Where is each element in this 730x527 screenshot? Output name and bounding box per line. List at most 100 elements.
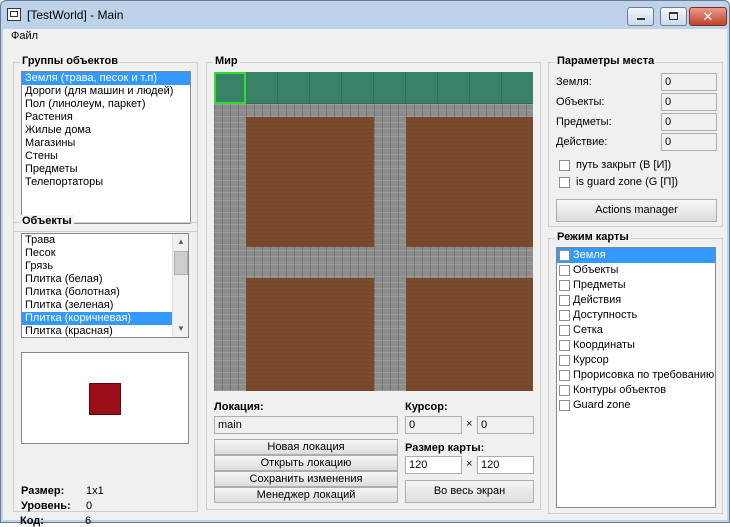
scroll-up-icon[interactable]: ▲: [173, 234, 188, 250]
object-list-item[interactable]: Грязь: [22, 260, 188, 273]
path-closed-checkbox[interactable]: [559, 160, 570, 171]
menu-file[interactable]: Файл: [11, 30, 38, 42]
group-list-item[interactable]: Жилые дома: [22, 124, 190, 137]
stone-tile[interactable]: [214, 168, 246, 200]
green-tile[interactable]: [214, 72, 246, 104]
map-mode-item[interactable]: Координаты: [557, 338, 715, 353]
cursor-x-field[interactable]: 0: [405, 416, 462, 434]
new-location-button[interactable]: Новая локация: [214, 439, 398, 455]
brown-block[interactable]: [246, 278, 374, 391]
group-list-item[interactable]: Предметы: [22, 163, 190, 176]
map-width-field[interactable]: 120: [405, 456, 462, 474]
stone-tile[interactable]: [374, 104, 406, 136]
close-button[interactable]: ✕: [689, 7, 727, 26]
map-mode-list[interactable]: Земля Объекты Предметы Действия Доступность С…: [556, 247, 716, 508]
stone-tile[interactable]: [214, 200, 246, 232]
map-mode-item[interactable]: Доступность: [557, 308, 715, 323]
map-mode-item[interactable]: Объекты: [557, 263, 715, 278]
green-tile[interactable]: [470, 72, 502, 104]
map-mode-checkbox[interactable]: [559, 310, 570, 321]
map-mode-checkbox[interactable]: [559, 250, 570, 261]
stone-tile[interactable]: [214, 328, 246, 360]
green-tile[interactable]: [278, 72, 310, 104]
location-field[interactable]: main: [214, 416, 398, 434]
stone-tile[interactable]: [374, 264, 406, 296]
objects-list[interactable]: Трава Песок Грязь Плитка (белая) Плитка (бол…: [21, 233, 189, 338]
world-map[interactable]: [214, 72, 533, 391]
group-list-item[interactable]: Телепортаторы: [22, 176, 190, 189]
green-tile[interactable]: [310, 72, 342, 104]
brown-block[interactable]: [246, 117, 374, 247]
green-tile[interactable]: [406, 72, 438, 104]
stone-tile[interactable]: [374, 360, 406, 391]
green-tile[interactable]: [438, 72, 470, 104]
stone-tile[interactable]: [214, 360, 246, 391]
actions-manager-button[interactable]: Actions manager: [556, 199, 717, 222]
stone-tile[interactable]: [214, 104, 246, 136]
stone-tile[interactable]: [214, 232, 246, 264]
stone-tile[interactable]: [214, 264, 246, 296]
map-mode-item[interactable]: Земля: [557, 248, 715, 263]
action-param-field[interactable]: 0: [661, 133, 717, 151]
object-list-item[interactable]: Плитка (красная): [22, 325, 188, 337]
object-list-item[interactable]: Песок: [22, 247, 188, 260]
map-mode-item[interactable]: Предметы: [557, 278, 715, 293]
map-mode-item[interactable]: Guard zone: [557, 398, 715, 413]
stone-tile[interactable]: [374, 328, 406, 360]
brown-block[interactable]: [406, 117, 533, 247]
groups-list[interactable]: Земля (трава, песок и т.п) Дороги (для ма…: [21, 71, 191, 224]
green-tile[interactable]: [502, 72, 533, 104]
title-bar[interactable]: [TestWorld] - Main ✕: [1, 1, 729, 29]
object-list-item[interactable]: Плитка (болотная): [22, 286, 188, 299]
guard-zone-checkbox[interactable]: [559, 177, 570, 188]
group-list-item[interactable]: Пол (линолеум, паркет): [22, 98, 190, 111]
stone-tile[interactable]: [374, 136, 406, 168]
open-location-button[interactable]: Открыть локацию: [214, 455, 398, 471]
map-mode-checkbox[interactable]: [559, 400, 570, 411]
location-manager-button[interactable]: Менеджер локаций: [214, 487, 398, 503]
minimize-button[interactable]: [627, 7, 654, 26]
object-list-item[interactable]: Плитка (коричневая): [22, 312, 188, 325]
map-mode-item[interactable]: Прорисовка по требованию: [557, 368, 715, 383]
object-list-item[interactable]: Трава: [22, 234, 188, 247]
map-mode-checkbox[interactable]: [559, 385, 570, 396]
object-list-item[interactable]: Плитка (белая): [22, 273, 188, 286]
cursor-y-field[interactable]: 0: [477, 416, 534, 434]
group-list-item[interactable]: Растения: [22, 111, 190, 124]
map-height-field[interactable]: 120: [477, 456, 534, 474]
map-mode-item[interactable]: Курсор: [557, 353, 715, 368]
map-mode-checkbox[interactable]: [559, 355, 570, 366]
green-tile[interactable]: [374, 72, 406, 104]
stone-tile[interactable]: [214, 296, 246, 328]
map-mode-checkbox[interactable]: [559, 295, 570, 306]
group-list-item[interactable]: Магазины: [22, 137, 190, 150]
stone-tile[interactable]: [374, 200, 406, 232]
stone-tile[interactable]: [374, 168, 406, 200]
stone-tile[interactable]: [374, 296, 406, 328]
objects-param-field[interactable]: 0: [661, 93, 717, 111]
scroll-down-icon[interactable]: ▼: [173, 321, 188, 337]
map-mode-item[interactable]: Действия: [557, 293, 715, 308]
object-list-item[interactable]: Плитка (зеленая): [22, 299, 188, 312]
group-list-item[interactable]: Стены: [22, 150, 190, 163]
map-mode-checkbox[interactable]: [559, 280, 570, 291]
brown-block[interactable]: [406, 278, 533, 391]
fullscreen-button[interactable]: Во весь экран: [405, 480, 534, 503]
map-mode-checkbox[interactable]: [559, 340, 570, 351]
map-mode-checkbox[interactable]: [559, 325, 570, 336]
stone-tile[interactable]: [374, 232, 406, 264]
group-list-item[interactable]: Земля (трава, песок и т.п): [22, 72, 190, 85]
save-changes-button[interactable]: Сохранить изменения: [214, 471, 398, 487]
group-list-item[interactable]: Дороги (для машин и людей): [22, 85, 190, 98]
map-mode-checkbox[interactable]: [559, 265, 570, 276]
map-mode-item[interactable]: Контуры объектов: [557, 383, 715, 398]
green-tile[interactable]: [246, 72, 278, 104]
green-tile[interactable]: [342, 72, 374, 104]
map-mode-checkbox[interactable]: [559, 370, 570, 381]
scroll-thumb[interactable]: [174, 251, 188, 275]
map-mode-item[interactable]: Сетка: [557, 323, 715, 338]
stone-tile[interactable]: [214, 136, 246, 168]
items-param-field[interactable]: 0: [661, 113, 717, 131]
ground-param-field[interactable]: 0: [661, 73, 717, 91]
maximize-button[interactable]: [660, 7, 687, 26]
